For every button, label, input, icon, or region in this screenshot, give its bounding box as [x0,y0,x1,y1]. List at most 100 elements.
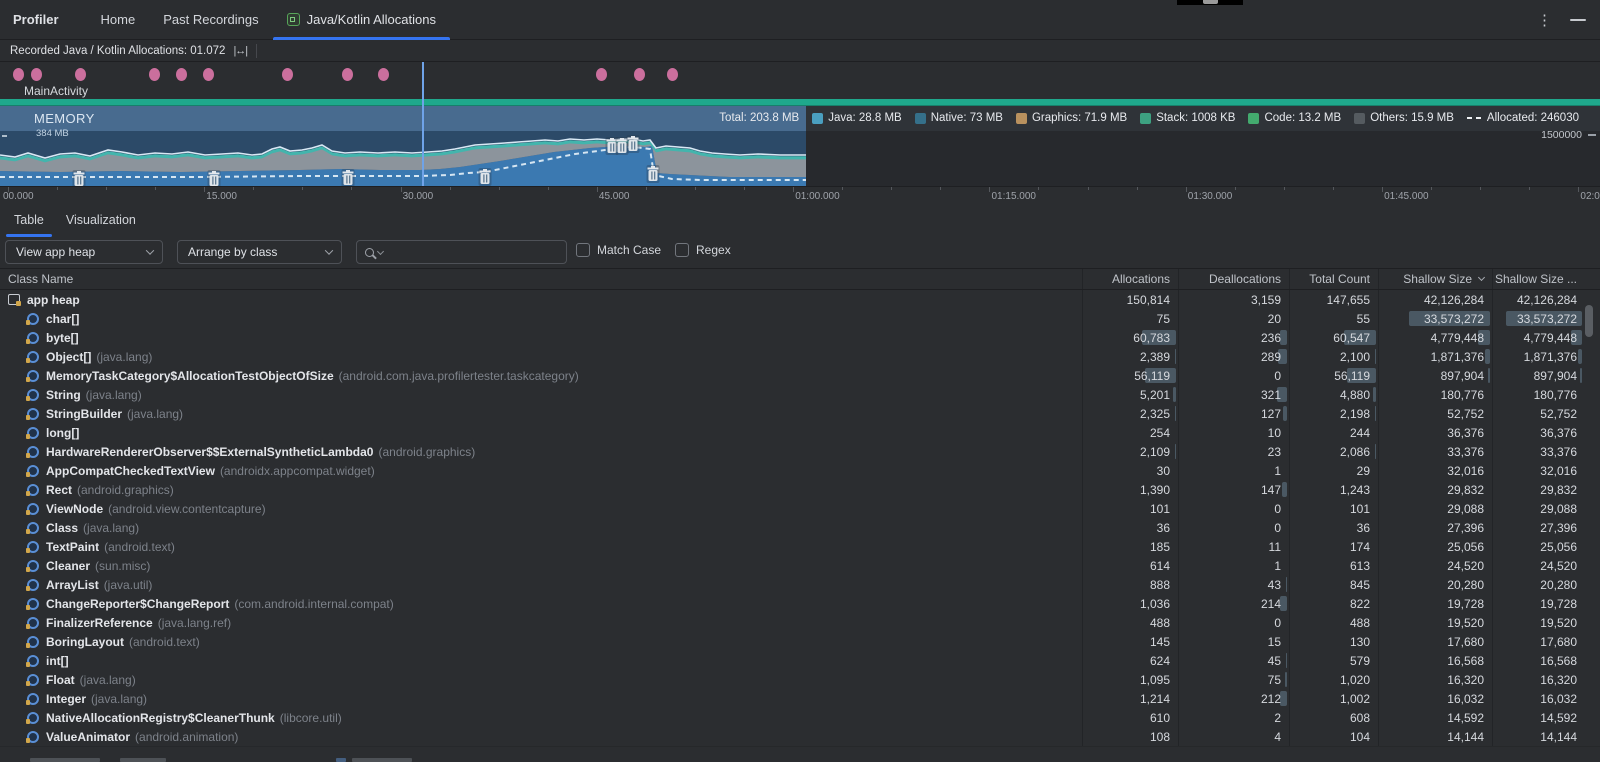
cell-value: 289 [1178,347,1289,366]
package-name: (androidx.appcompat.widget) [220,464,375,478]
column-header-deallocations[interactable]: Deallocations [1178,269,1289,289]
search-icon [365,248,374,257]
match-case-checkbox[interactable]: Match Case [576,243,661,257]
cell-value: 214 [1178,594,1289,613]
cell-value: 36,376 [1492,423,1600,442]
axis-tick [1088,187,1089,190]
cell-value: 130 [1289,632,1378,651]
cell-value: 16,320 [1492,670,1600,689]
cell-value: 488 [1289,613,1378,632]
table-row[interactable]: AppCompatCheckedTextView(androidx.appcom… [0,461,1600,480]
selection-region-header[interactable] [0,106,806,131]
table-row[interactable]: MemoryTaskCategory$AllocationTestObjectO… [0,366,1600,385]
search-options-chevron-icon [377,247,384,254]
cell-value: 822 [1289,594,1378,613]
table-row[interactable]: app heap150,8143,159147,65542,126,28442,… [0,290,1600,309]
heap-select[interactable]: View app heap [5,240,163,264]
arrange-select[interactable]: Arrange by class [177,240,342,264]
table-row[interactable]: String(java.lang)5,2013214,880180,776180… [0,385,1600,404]
table-row[interactable]: long[]2541024436,37636,376 [0,423,1600,442]
package-name: (java.util) [104,578,153,592]
zoom-to-selection-button[interactable]: |↔| [233,45,247,57]
table-row[interactable]: ValueAnimator(android.animation)10841041… [0,727,1600,746]
axis-tick [842,187,843,190]
table-row[interactable]: Class(java.lang)3603627,39627,396 [0,518,1600,537]
time-axis-label: 01:00.000 [795,191,840,201]
table-row[interactable]: ChangeReporter$ChangeReport(com.android.… [0,594,1600,613]
table-row[interactable]: Integer(java.lang)1,2142121,00216,03216,… [0,689,1600,708]
table-row[interactable]: ViewNode(android.view.contentcapture)101… [0,499,1600,518]
table-row[interactable]: char[]75205533,573,27233,573,272 [0,309,1600,328]
memory-chart[interactable] [0,131,1600,186]
legend-swatch [1248,113,1259,124]
table-row[interactable]: byte[]60,78323660,5474,779,4484,779,448 [0,328,1600,347]
cell-value: 3,159 [1178,290,1289,309]
value-bar [1175,444,1176,459]
column-header-total-count[interactable]: Total Count [1289,269,1378,289]
memory-section[interactable]: MEMORY 384 MB Total: 203.8 MBJava: 28.8 … [0,106,1600,186]
axis-tick [499,187,500,190]
vertical-scrollbar-thumb[interactable] [1585,305,1593,337]
time-axis-label: 02:00.000 [1580,191,1600,201]
cell-value: 14,144 [1492,727,1600,746]
package-name: (android.graphics) [77,483,174,497]
table-row[interactable]: Object[](java.lang)2,3892892,1001,871,37… [0,347,1600,366]
cell-value: 1,243 [1289,480,1378,499]
partial-table-row[interactable] [0,746,1600,762]
table-row[interactable]: Rect(android.graphics)1,3901471,24329,83… [0,480,1600,499]
playhead-line[interactable] [422,62,424,186]
column-header-allocations[interactable]: Allocations [1082,269,1178,289]
main-tab-bar: Profiler Home Past Recordings Java/Kotli… [0,0,1600,40]
value-bar [1173,387,1176,402]
axis-tick [1382,187,1383,192]
table-toolbar: View app heap Arrange by class Match Cas… [0,238,1600,268]
column-header-shallow-size-2[interactable]: Shallow Size ... [1492,269,1600,289]
kebab-menu-icon[interactable]: ⋮ [1537,11,1552,29]
legend-item: Total: 203.8 MB [719,112,799,124]
column-header-shallow-size[interactable]: Shallow Size [1378,269,1492,289]
cell-value: 897,904 [1378,366,1492,385]
cell-value: 29,088 [1378,499,1492,518]
table-row[interactable]: FinalizerReference(java.lang.ref)4880488… [0,613,1600,632]
axis-tick [401,187,402,192]
class-icon [27,408,39,420]
event-timeline[interactable]: MainActivity [0,62,1600,99]
legend-item: Stack: 1008 KB [1140,112,1235,124]
legend-swatch [812,113,823,124]
table-row[interactable]: BoringLayout(android.text)1451513017,680… [0,632,1600,651]
table-row[interactable]: HardwareRendererObserver$$ExternalSynthe… [0,442,1600,461]
column-header-class-name[interactable]: Class Name [0,269,1082,289]
cell-value: 104 [1289,727,1378,746]
cell-value: 60,547 [1289,328,1378,347]
legend-swatch [1016,113,1027,124]
package-name: (java.lang) [86,388,142,402]
tab-java-kotlin-allocations[interactable]: Java/Kotlin Allocations [273,0,450,40]
table-row[interactable]: Float(java.lang)1,095751,02016,32016,320 [0,670,1600,689]
table-row[interactable]: ArrayList(java.util)8884384520,28020,280 [0,575,1600,594]
tab-past-recordings[interactable]: Past Recordings [149,0,272,40]
table-row[interactable]: NativeAllocationRegistry$CleanerThunk(li… [0,708,1600,727]
cell-value: 2 [1178,708,1289,727]
heap-icon [8,294,20,305]
cell-value: 33,376 [1378,442,1492,461]
cell-value: 19,520 [1378,613,1492,632]
axis-tick [1038,187,1039,190]
axis-tick [891,187,892,190]
tab-home[interactable]: Home [87,0,150,40]
regex-checkbox[interactable]: Regex [675,243,731,257]
legend-item: Code: 13.2 MB [1248,112,1341,124]
cell-value: 174 [1289,537,1378,556]
cell-value: 23 [1178,442,1289,461]
search-input[interactable] [356,240,567,264]
tab-table[interactable]: Table [6,201,52,238]
cell-value: 36 [1082,518,1178,537]
legend-item: Others: 15.9 MB [1354,112,1454,124]
table-row[interactable]: Cleaner(sun.misc)614161324,52024,520 [0,556,1600,575]
table-row[interactable]: int[]6244557916,56816,568 [0,651,1600,670]
tab-visualization[interactable]: Visualization [58,201,144,238]
minimize-icon[interactable] [1570,19,1586,21]
class-icon [27,427,39,439]
package-name: (java.lang) [127,407,183,421]
table-row[interactable]: TextPaint(android.text)1851117425,05625,… [0,537,1600,556]
table-row[interactable]: StringBuilder(java.lang)2,3251272,19852,… [0,404,1600,423]
